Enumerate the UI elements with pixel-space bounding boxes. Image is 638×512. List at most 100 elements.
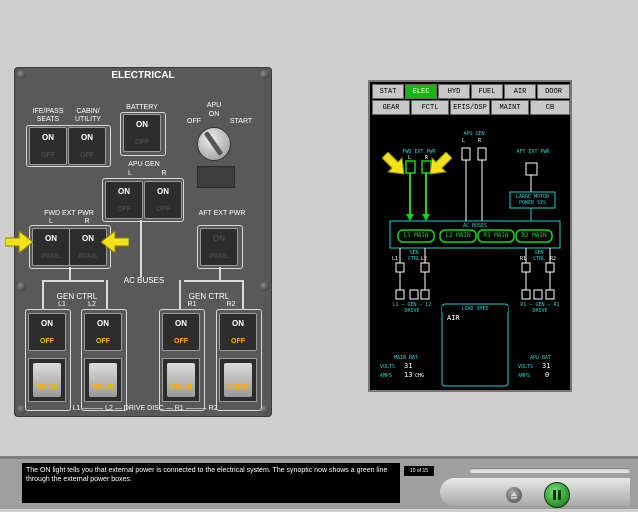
feed-arrowhead <box>406 214 414 221</box>
feed-arrowhead <box>422 214 430 221</box>
apu-gen-l-on-light: ON <box>118 187 130 196</box>
tab-fctl[interactable]: FCTL <box>411 100 449 115</box>
gen-r2-off-light: OFF <box>231 338 245 345</box>
narration-text: The ON light tells you that external pow… <box>22 463 400 503</box>
air-text: AIR <box>447 314 460 322</box>
apu-gen-r-on-light: ON <box>157 187 169 196</box>
apu-off-label: OFF <box>187 118 201 125</box>
apu-amps-value: 0 <box>545 371 550 379</box>
tab-hyd[interactable]: HYD <box>438 84 470 99</box>
drive-disc-r1-switch[interactable]: DRIVE <box>162 358 200 402</box>
gen-ctrl-box <box>395 262 405 273</box>
l1-main-text: L1 MAIN <box>403 232 429 239</box>
gen-box <box>420 289 430 300</box>
gen-r1-on-light: ON <box>175 319 187 328</box>
aft-ext-pwr-text: AFT EXT PWR <box>516 149 550 155</box>
apu-gen-l-button[interactable]: ON OFF <box>105 181 143 219</box>
drive-r2-label: DRIVE <box>227 384 249 391</box>
gen-l2-off-light: OFF <box>96 338 110 345</box>
l2-main-text: L2 MAIN <box>445 232 471 239</box>
apu-gen-r-text: R <box>478 138 482 144</box>
tab-gear[interactable]: GEAR <box>372 100 410 115</box>
gen-box <box>533 289 543 300</box>
fwd-ext-pwr-l-button[interactable]: ON AVAIL <box>32 228 70 266</box>
gen-l2-on-light: ON <box>97 319 109 328</box>
eject-icon <box>511 492 517 499</box>
gen-ctrl-l1-button[interactable]: ON OFF <box>28 313 66 351</box>
ac-buses-text: AC BUSES <box>462 223 488 229</box>
tab-fuel[interactable]: FUEL <box>471 84 503 99</box>
apu-gen-label: APU GEN <box>128 161 160 168</box>
r1-main-text: R1 MAIN <box>483 232 509 239</box>
apu-fault-light <box>197 166 235 188</box>
cabin-utility-button[interactable]: ON OFF <box>68 127 106 165</box>
r2-text: R2 <box>550 256 557 262</box>
gen-ctrl-right-label: GEN CTRL <box>188 292 230 301</box>
eject-button[interactable] <box>506 487 522 503</box>
tab-maint[interactable]: MAINT <box>491 100 529 115</box>
right-drive-text: R1 — GEN — R2 DRIVE <box>520 302 560 314</box>
drive-disc-l2-switch[interactable]: DRIVE <box>84 358 122 402</box>
tab-stat[interactable]: STAT <box>372 84 404 99</box>
gen-ctrl-l2-button[interactable]: ON OFF <box>84 313 122 351</box>
aft-ext-pwr-label: AFT EXT PWR <box>198 210 246 217</box>
tab-elec[interactable]: ELEC <box>405 84 437 99</box>
gen-ctrl-r1-button[interactable]: ON OFF <box>162 313 200 351</box>
gen-ctrl-right-text: GEN CTRL <box>532 250 546 262</box>
r2-main-text: R2 MAIN <box>521 232 547 239</box>
drive-disc-r2-switch[interactable]: DRIVE <box>219 358 257 402</box>
drive-disc-label: L1 ——— L2 — DRIVE DISC — R1 ——— R2 <box>72 405 218 412</box>
divider <box>0 456 638 459</box>
apu-gen-r-box <box>477 147 487 161</box>
progress-track[interactable] <box>470 468 630 473</box>
aft-ext-pwr-button[interactable]: ON AVAIL <box>200 228 238 266</box>
main-volts-label: VOLTS <box>380 364 396 370</box>
fwd-ext-pwr-l-box <box>405 160 416 174</box>
panel-screw <box>260 282 269 291</box>
gen-ctrl-left-label: GEN CTRL <box>56 292 98 301</box>
battery-button[interactable]: ON OFF <box>123 114 161 152</box>
tab-air[interactable]: AIR <box>504 84 536 99</box>
gen-l1-off-light: OFF <box>40 338 54 345</box>
bus-line <box>140 220 142 280</box>
ife-pass-seats-button[interactable]: ON OFF <box>29 127 67 165</box>
pointer-arrow-left-icon <box>5 231 33 253</box>
apu-gen-text: APU GEN <box>463 131 485 137</box>
fwd-ext-pwr-r-avail-light: AVAIL <box>78 253 98 260</box>
tab-cb[interactable]: CB <box>530 100 570 115</box>
apu-selector-knob[interactable] <box>197 127 231 161</box>
tab-efis-dsp[interactable]: EFIS/DSP <box>450 100 490 115</box>
main-amps-label: AMPS <box>380 373 393 379</box>
drive-disc-l1-switch[interactable]: DRIVE <box>28 358 66 402</box>
pause-button[interactable] <box>544 482 570 508</box>
apu-volts-value: 31 <box>542 362 551 370</box>
player-controls <box>440 478 630 506</box>
switch-guard <box>89 363 117 397</box>
drive-l1-label: DRIVE <box>36 384 58 391</box>
apu-gen-l-off-light: OFF <box>117 206 131 213</box>
battery-on-light: ON <box>136 120 148 129</box>
ife-pass-seats-label: IFE/PASS SEATS <box>32 108 64 123</box>
gen-box <box>409 289 419 300</box>
gen-l2-label: L2 <box>88 301 96 308</box>
drive-l2-label: DRIVE <box>92 384 114 391</box>
apu-gen-l-box <box>461 147 471 161</box>
apu-gen-r-button[interactable]: ON OFF <box>144 181 182 219</box>
tab-door[interactable]: DOOR <box>537 84 570 99</box>
switch-guard <box>33 363 61 397</box>
ife-off-light: OFF <box>41 152 55 159</box>
apu-amps-label: AMPS <box>518 373 531 379</box>
fwd-l-text: L <box>408 155 412 161</box>
apu-gen-l-label: L <box>128 170 132 177</box>
aft-ext-pwr-box <box>525 162 538 176</box>
gen-ctrl-r2-button[interactable]: ON OFF <box>219 313 257 351</box>
apu-on-label: ON <box>208 111 220 118</box>
gen-box <box>521 289 531 300</box>
gen-l1-on-light: ON <box>41 319 53 328</box>
gen-ctrl-left-text: GEN CTRL <box>407 250 421 262</box>
electrical-overhead-panel: ELECTRICAL IFE/PASS SEATS CABIN/ UTILITY… <box>14 67 272 417</box>
bus-line <box>69 267 71 280</box>
gen-r1-off-light: OFF <box>174 338 188 345</box>
page-counter: 10 of 15 <box>404 466 434 476</box>
apu-bat-text: APU BAT <box>530 355 552 361</box>
